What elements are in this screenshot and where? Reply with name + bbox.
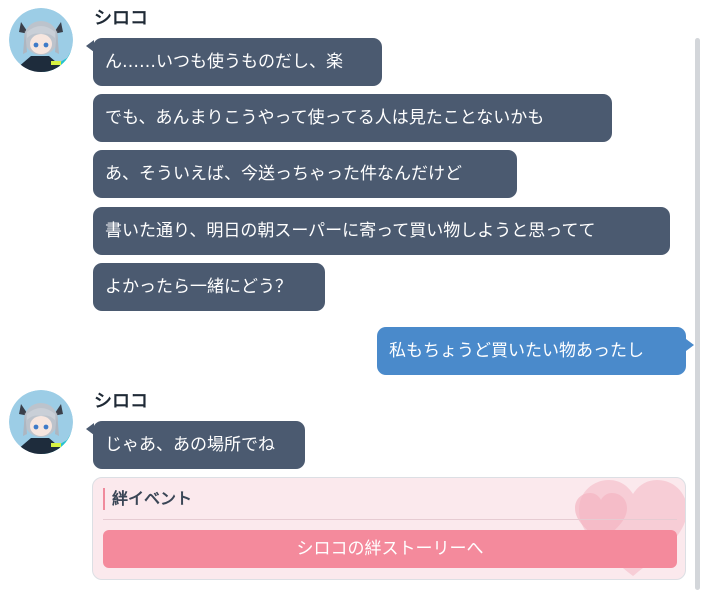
- bond-story-button[interactable]: シロコの絆ストーリーへ: [103, 530, 677, 568]
- message-bubble[interactable]: あ、そういえば、今送っちゃった件なんだけど: [93, 150, 517, 198]
- sender-name: シロコ: [94, 8, 148, 29]
- message-bubble[interactable]: ん……いつも使うものだし、楽: [93, 38, 382, 86]
- message-bubble[interactable]: じゃあ、あの場所でね: [93, 421, 305, 469]
- avatar-image: [9, 8, 73, 72]
- bond-event-card: 絆イベント シロコの絆ストーリーへ: [92, 477, 686, 580]
- bubble-tail: [686, 339, 694, 351]
- message-bubble[interactable]: 書いた通り、明日の朝スーパーに寄って買い物しようと思ってて: [93, 207, 670, 255]
- avatar[interactable]: [9, 390, 73, 454]
- outgoing-message-bubble[interactable]: 私もちょうど買いたい物あったし: [377, 327, 686, 375]
- avatar-image: [9, 390, 73, 454]
- scrollbar[interactable]: [695, 38, 700, 590]
- bond-event-title: 絆イベント: [103, 488, 192, 510]
- message-bubble[interactable]: よかったら一緒にどう？: [93, 263, 325, 311]
- avatar[interactable]: [9, 8, 73, 72]
- message-bubble[interactable]: でも、あんまりこうやって使ってる人は見たことないかも: [93, 94, 612, 142]
- sender-name: シロコ: [94, 391, 148, 412]
- chat-window: シロコ ん……いつも使うものだし、楽 でも、あんまりこうやって使ってる人は見たこ…: [0, 0, 701, 590]
- divider: [103, 519, 677, 520]
